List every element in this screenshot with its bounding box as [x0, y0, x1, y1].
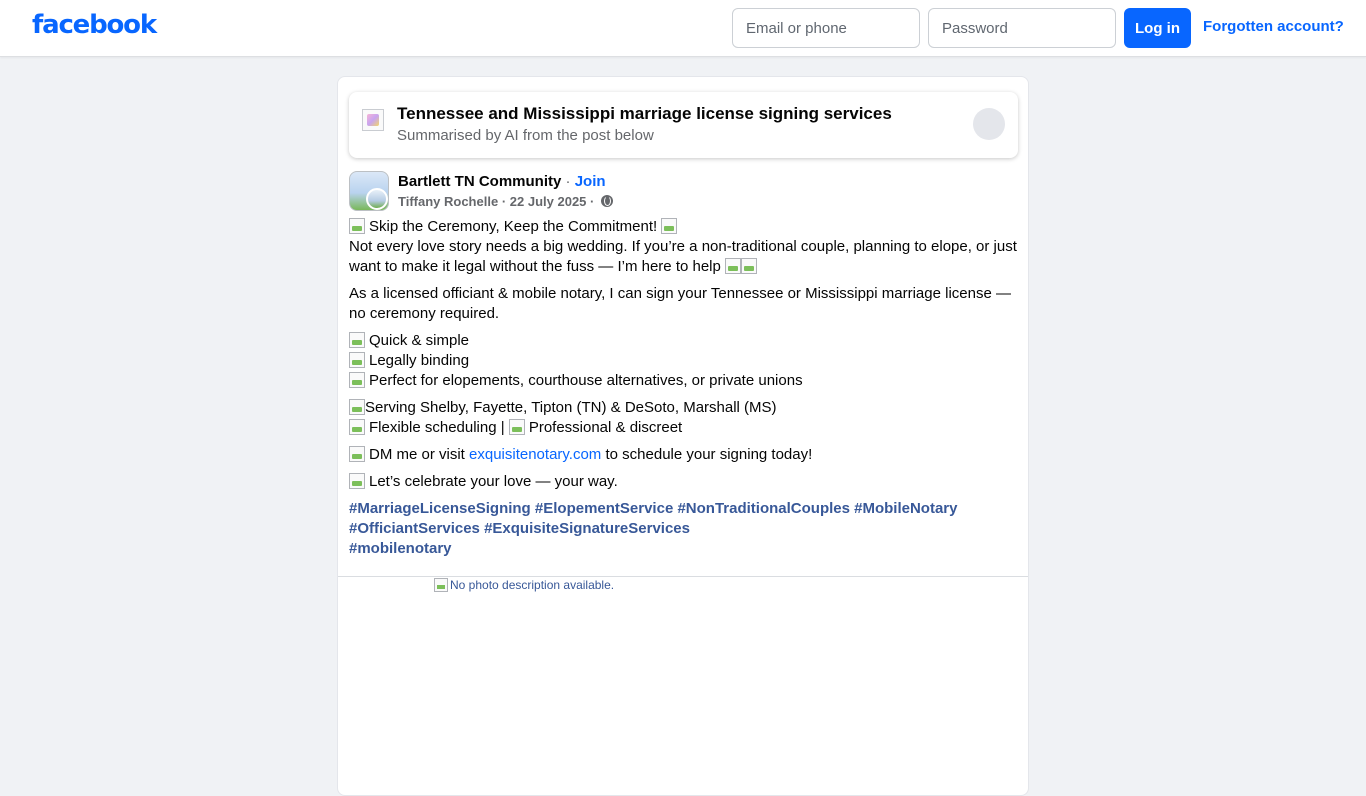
emoji-icon: [661, 218, 678, 234]
emoji-icon: [349, 352, 365, 368]
password-input[interactable]: [928, 8, 1116, 48]
bullet-item: Perfect for elopements, courthouse alter…: [349, 371, 1019, 391]
bullet-item: Legally binding: [349, 351, 1019, 371]
email-input[interactable]: [732, 8, 920, 48]
dm-line: DM me or visit exquisitenotary.com to sc…: [349, 445, 1019, 465]
hashtag-line[interactable]: #MarriageLicenseSigning #ElopementServic…: [349, 499, 1019, 519]
emoji-icon: [349, 218, 365, 234]
group-name-link[interactable]: Bartlett TN Community: [398, 173, 561, 190]
emoji-icon: [349, 473, 365, 489]
ai-summary-subtitle: Summarised by AI from the post below: [397, 127, 654, 144]
emoji-icon: [349, 446, 365, 462]
broken-image-icon: [434, 578, 448, 592]
facebook-logo[interactable]: facebook: [32, 10, 157, 40]
post-meta: Tiffany Rochelle · 22 July 2025 ·: [398, 194, 613, 209]
post-card: Tennessee and Mississippi marriage licen…: [337, 76, 1029, 796]
emoji-icon: [725, 258, 742, 274]
bullet-item: Quick & simple: [349, 331, 1019, 351]
emoji-icon: [741, 258, 758, 274]
ai-summary-icon: [362, 109, 384, 131]
globe-icon: [601, 195, 613, 207]
emoji-icon: [349, 332, 365, 348]
post-line: Skip the Ceremony, Keep the Commitment!: [349, 217, 1019, 237]
emoji-icon: [349, 372, 365, 388]
separator-dot: ·: [565, 173, 571, 190]
author-avatar[interactable]: [366, 188, 388, 210]
emoji-icon: [349, 399, 365, 415]
service-area-line: Serving Shelby, Fayette, Tipton (TN) & D…: [349, 398, 1019, 418]
group-line: Bartlett TN Community · Join: [398, 173, 606, 190]
ai-summary-expand-button[interactable]: [973, 108, 1005, 140]
hashtags: #MarriageLicenseSigning #ElopementServic…: [349, 499, 1019, 559]
post-paragraph: As a licensed officiant & mobile notary,…: [349, 285, 1011, 322]
hashtag-line[interactable]: #mobilenotary: [349, 539, 1019, 559]
post-text: Skip the Ceremony, Keep the Commitment! …: [349, 217, 1019, 559]
post-photo[interactable]: No photo description available.: [434, 578, 614, 592]
post-line: Not every love story needs a big wedding…: [349, 238, 1017, 275]
join-group-link[interactable]: Join: [575, 173, 606, 190]
top-navigation-bar: facebook Log in Forgotten account?: [0, 0, 1366, 57]
divider: [338, 576, 1028, 577]
scheduling-line: Flexible scheduling | Professional & dis…: [349, 418, 1019, 438]
emoji-icon: [508, 419, 525, 435]
ai-summary-title: Tennessee and Mississippi marriage licen…: [397, 104, 892, 123]
hashtag-line[interactable]: #OfficiantServices #ExquisiteSignatureSe…: [349, 519, 1019, 539]
author-name-link[interactable]: Tiffany Rochelle: [398, 194, 498, 209]
group-avatar[interactable]: [349, 171, 389, 211]
login-button[interactable]: Log in: [1124, 8, 1191, 48]
website-link[interactable]: exquisitenotary.com: [469, 446, 601, 463]
celebrate-line: Let’s celebrate your love — your way.: [349, 472, 1019, 492]
post-date-link[interactable]: 22 July 2025: [510, 194, 587, 209]
ai-summary-box[interactable]: Tennessee and Mississippi marriage licen…: [349, 92, 1018, 158]
photo-alt-text: No photo description available.: [450, 578, 615, 592]
emoji-icon: [349, 419, 365, 435]
forgotten-account-link[interactable]: Forgotten account?: [1203, 18, 1344, 35]
